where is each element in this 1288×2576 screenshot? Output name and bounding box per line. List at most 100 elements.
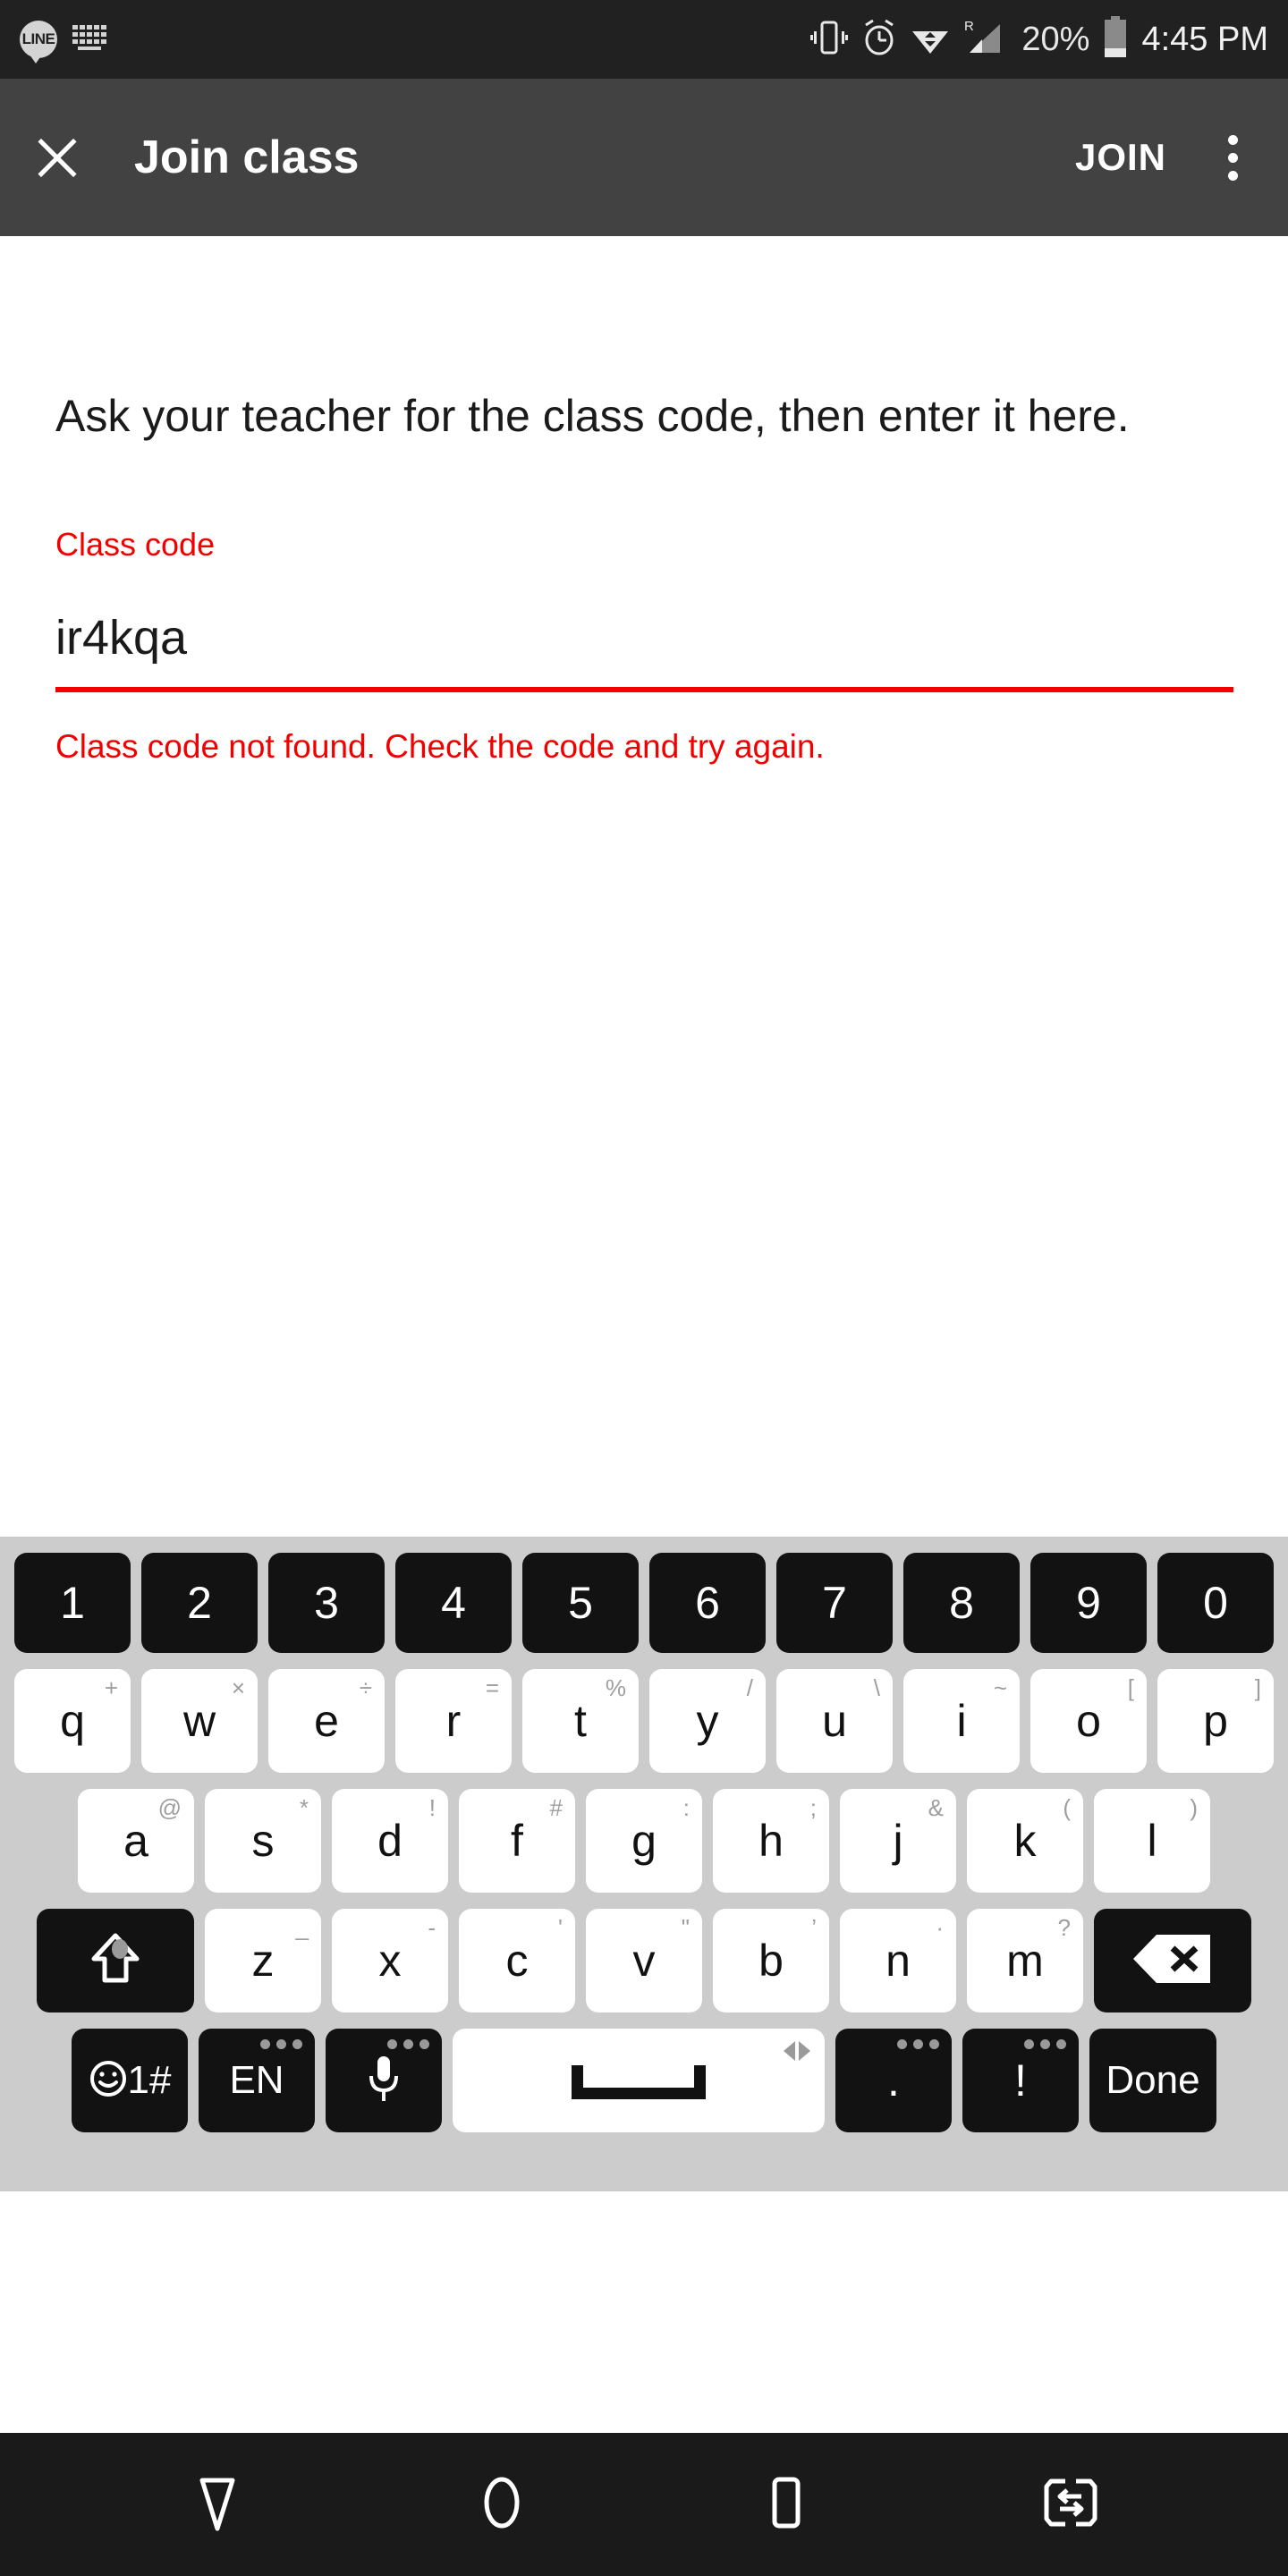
home-icon [474,2470,530,2540]
key-5[interactable]: 5 [522,1553,639,1653]
key-v[interactable]: " v [586,1909,702,2012]
key-2[interactable]: 2 [141,1553,258,1653]
switch-app-button[interactable] [1004,2433,1138,2576]
key-r[interactable]: = r [395,1669,512,1773]
key-b[interactable]: ’ b [713,1909,829,2012]
key-u[interactable]: \ u [776,1669,893,1773]
key-1[interactable]: 1 [14,1553,131,1653]
key-p[interactable]: ] p [1157,1669,1274,1773]
key-y[interactable]: / y [649,1669,766,1773]
key-alt-label: + [104,1674,118,1701]
key-alt-label: ) [1190,1794,1198,1821]
key-d[interactable]: ! d [332,1789,448,1893]
key-label: u [822,1696,847,1746]
key-a[interactable]: @ a [78,1789,194,1893]
period-key[interactable]: . [835,2029,952,2132]
key-3[interactable]: 3 [268,1553,385,1653]
key-o[interactable]: [o [1030,1669,1147,1773]
language-key[interactable]: EN [199,2029,315,2132]
class-code-input[interactable]: ir4kqa [55,610,1233,667]
key-alt-label: - [428,1914,436,1941]
key-0[interactable]: 0 [1157,1553,1274,1653]
key-label: x [378,1936,402,1986]
more-options-dots-icon [260,2039,302,2049]
page-title: Join class [134,131,360,183]
key-alt-label: ' [558,1914,563,1941]
close-icon[interactable] [29,129,86,186]
key-alt-label: ? [1057,1914,1071,1941]
key-label: l [1147,1816,1157,1866]
key-6[interactable]: 6 [649,1553,766,1653]
key-n[interactable]: · n [840,1909,956,2012]
symbols-key-label: 1# [127,2058,172,2102]
key-s[interactable]: * s [205,1789,321,1893]
key-z[interactable]: _ z [205,1909,321,2012]
key-alt-label: ; [809,1794,817,1821]
keyboard-row-numbers: 1 2 3 4 5 6 7 8 9 0 [7,1553,1281,1653]
key-alt-label: ~ [993,1674,1007,1701]
key-i[interactable]: ~ i [903,1669,1020,1773]
key-t[interactable]: % t [522,1669,639,1773]
key-8[interactable]: 8 [903,1553,1020,1653]
key-label: 2 [187,1578,212,1628]
exclamation-key[interactable]: ! [962,2029,1079,2132]
back-button[interactable] [150,2433,284,2576]
keyboard-icon [72,22,113,57]
key-label: v [632,1936,656,1986]
home-button[interactable] [435,2433,569,2576]
key-alt-label: @ [157,1794,182,1821]
space-key[interactable] [453,2029,825,2132]
key-k[interactable]: (k [967,1789,1083,1893]
instruction-text: Ask your teacher for the class code, the… [55,391,1130,441]
key-4[interactable]: 4 [395,1553,512,1653]
more-options-dots-icon [897,2039,939,2049]
key-label: w [182,1696,216,1746]
key-9[interactable]: 9 [1030,1553,1147,1653]
key-7[interactable]: 7 [776,1553,893,1653]
key-label: 7 [822,1578,847,1628]
key-g[interactable]: :g [586,1789,702,1893]
key-alt-label: = [485,1674,499,1701]
status-bar-right-icons: R 20% 4:45 PM [810,15,1268,64]
line-app-icon: LINE [20,21,57,64]
symbols-key[interactable]: 1# [72,2029,188,2132]
key-label: k [1013,1816,1037,1866]
key-alt-label: ÷ [359,1674,372,1701]
recents-button[interactable] [719,2433,853,2576]
overflow-menu-icon[interactable] [1206,126,1259,189]
key-label: b [758,1936,784,1986]
key-q[interactable]: + q [14,1669,131,1773]
space-bar-icon [572,2062,706,2099]
clock-label: 4:45 PM [1141,20,1268,58]
key-alt-label: \ [873,1674,880,1701]
key-label: 9 [1076,1578,1101,1628]
backspace-key[interactable] [1094,1909,1251,2012]
shift-icon [83,1928,148,1993]
join-button[interactable]: JOIN [1066,125,1175,190]
key-alt-label: & [928,1794,944,1821]
shift-key[interactable] [37,1909,194,2012]
class-code-label: Class code [55,526,216,563]
key-f[interactable]: # f [459,1789,575,1893]
wifi-icon [911,20,950,60]
voice-input-key[interactable] [326,2029,442,2132]
key-j[interactable]: & j [840,1789,956,1893]
key-w[interactable]: × w [141,1669,258,1773]
key-label: j [893,1816,903,1866]
key-h[interactable]: ; h [713,1789,829,1893]
app-bar-actions: JOIN [1066,125,1259,190]
key-l[interactable]: ) l [1094,1789,1210,1893]
microphone-icon [364,2053,403,2109]
key-m[interactable]: ? m [967,1909,1083,2012]
more-options-dots-icon [387,2039,429,2049]
shift-indicator-dot [112,1939,128,1959]
key-e[interactable]: ÷ e [268,1669,385,1773]
key-c[interactable]: ' c [459,1909,575,2012]
key-label: t [574,1696,587,1746]
done-key[interactable]: Done [1089,2029,1216,2132]
key-x[interactable]: -x [332,1909,448,2012]
roaming-signal-icon: R [962,17,1009,63]
key-label: g [631,1816,657,1866]
done-key-label: Done [1106,2058,1200,2102]
key-alt-label: ] [1254,1674,1261,1701]
